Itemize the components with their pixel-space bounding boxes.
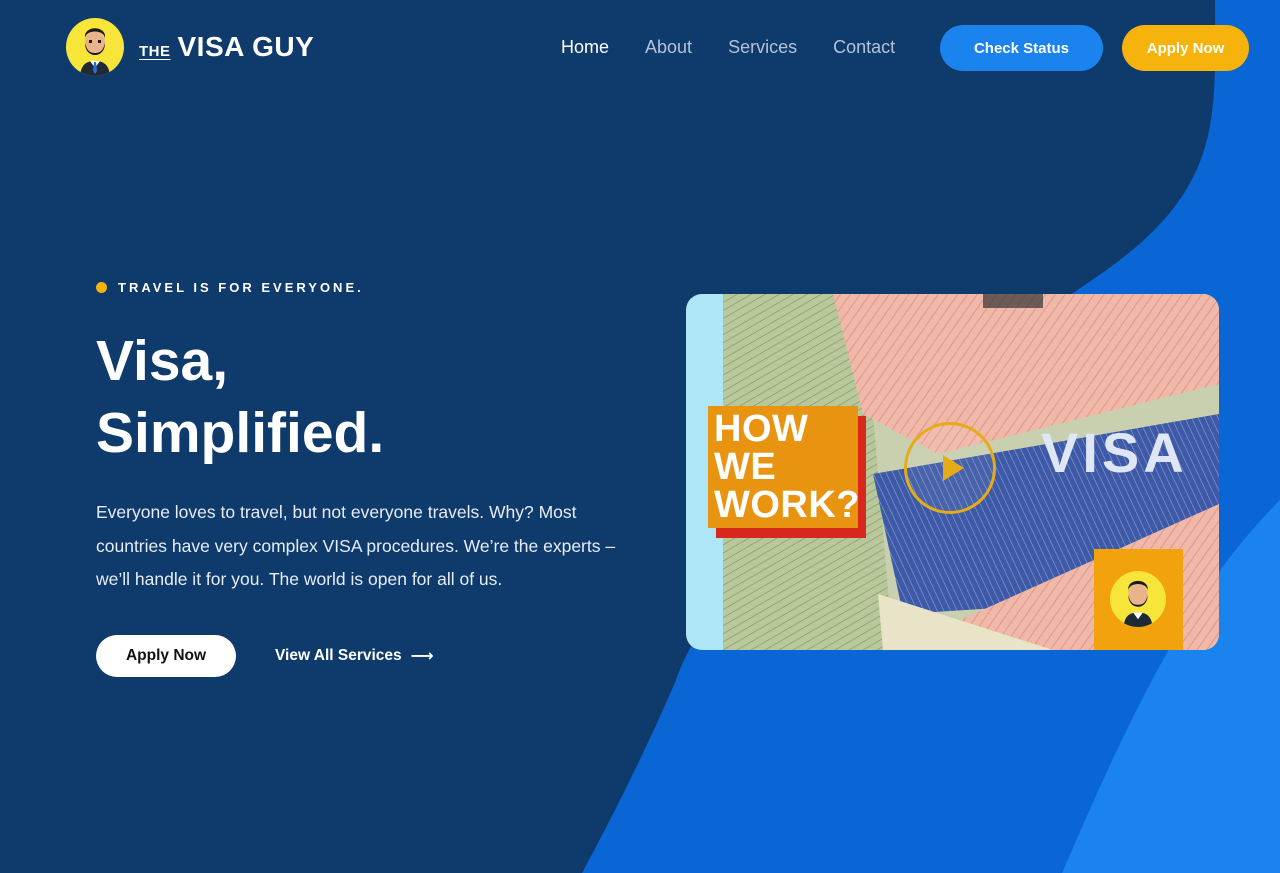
play-video-button[interactable] — [904, 422, 996, 514]
arrow-right-icon: ⟶ — [410, 647, 434, 665]
hero-description: Everyone loves to travel, but not everyo… — [96, 502, 616, 589]
nav-about[interactable]: About — [645, 36, 692, 58]
view-all-services-link[interactable]: View All Services ⟶ — [275, 646, 434, 666]
brand-name: VISA GUY — [177, 31, 315, 62]
nav-contact[interactable]: Contact — [833, 36, 895, 58]
tagline-dot-icon — [96, 282, 107, 293]
visa-image-text: VISA — [1041, 421, 1188, 484]
check-status-button[interactable]: Check Status — [940, 25, 1103, 71]
view-all-services-label: View All Services — [275, 646, 402, 664]
how-we-work-video[interactable]: VISA HOW WE WORK? — [686, 294, 1219, 650]
how-line-2: WE — [714, 446, 777, 488]
headline-line-2: Simplified. — [96, 401, 385, 465]
hero-headline: Visa, Simplified. — [96, 325, 636, 469]
headline-line-1: Visa, — [96, 329, 229, 393]
how-line-3: WORK? — [714, 484, 861, 526]
how-line-1: HOW — [714, 408, 809, 450]
hero-section: TRAVEL IS FOR EVERYONE. Visa, Simplified… — [96, 280, 636, 677]
visa-guy-badge — [1094, 549, 1183, 650]
apply-now-hero-button[interactable]: Apply Now — [96, 634, 236, 677]
bearded-man-small-icon — [1123, 580, 1153, 627]
hero-tagline: TRAVEL IS FOR EVERYONE. — [96, 280, 636, 295]
apply-now-header-button[interactable]: Apply Now — [1122, 25, 1249, 71]
nav-services[interactable]: Services — [728, 36, 797, 58]
main-nav: Home About Services Contact — [561, 36, 931, 58]
visa-guy-badge-avatar — [1110, 571, 1166, 627]
play-icon — [943, 455, 964, 481]
brand-prefix: THE — [139, 43, 171, 60]
tagline-text: TRAVEL IS FOR EVERYONE. — [118, 280, 364, 295]
bearded-man-icon — [80, 28, 110, 76]
how-we-work-label: HOW WE WORK? — [708, 406, 866, 538]
nav-home[interactable]: Home — [561, 36, 609, 58]
visa-guy-avatar — [66, 18, 124, 76]
hero-cta-row: Apply Now View All Services ⟶ — [96, 634, 636, 677]
brand-logo[interactable]: THE VISA GUY — [66, 18, 314, 76]
